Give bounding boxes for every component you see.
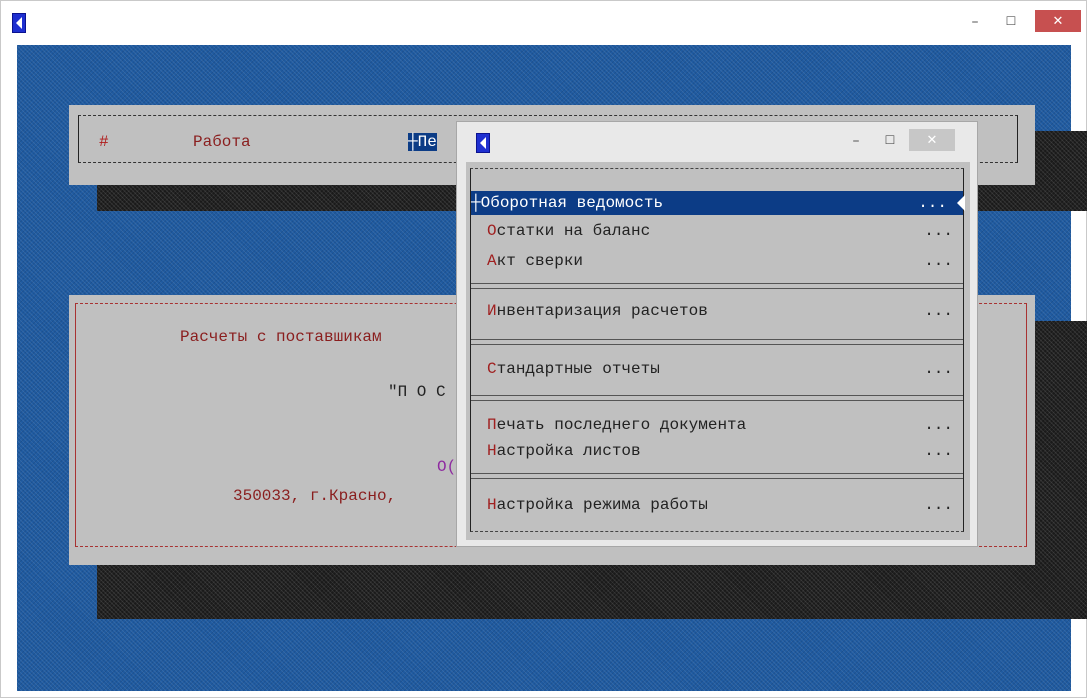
item-label: астройка режима работы bbox=[496, 496, 708, 514]
menu-item-sheet-settings[interactable]: Настройка листов ... bbox=[471, 439, 963, 463]
menu-item-turnover-statement[interactable]: ┼ Оборотная ведомость ... bbox=[471, 191, 965, 215]
popup-maximize-button[interactable]: ☐ bbox=[876, 129, 904, 151]
item-hotkey: И bbox=[487, 302, 497, 320]
popup-close-button[interactable]: ✕ bbox=[909, 129, 955, 151]
item-hotkey: О bbox=[487, 222, 497, 240]
item-dots: ... bbox=[924, 416, 953, 434]
close-button[interactable]: ✕ bbox=[1035, 10, 1081, 32]
item-dots: ... bbox=[924, 302, 953, 320]
item-dots: ... bbox=[918, 194, 947, 212]
item-hotkey: Н bbox=[487, 496, 497, 514]
menu-item-print-label: Пе bbox=[417, 133, 437, 151]
menu-item-print-last-document[interactable]: Печать последнего документа ... bbox=[471, 413, 963, 437]
menu-item-print[interactable]: ┼Пе bbox=[408, 133, 437, 151]
info-address: 350033, г.Красно, bbox=[233, 487, 397, 505]
info-line-three: О( bbox=[437, 458, 457, 476]
item-dots: ... bbox=[924, 442, 953, 460]
item-prefix: ┼ bbox=[471, 194, 481, 212]
menu-separator bbox=[471, 473, 963, 479]
menu-separator bbox=[471, 283, 963, 289]
app-icon[interactable] bbox=[12, 13, 26, 33]
menu-separator bbox=[471, 339, 963, 345]
item-label: боротная ведомость bbox=[490, 194, 664, 212]
info-title: Расчеты с поставшикам bbox=[180, 328, 382, 346]
menu-separator bbox=[471, 395, 963, 401]
item-dots: ... bbox=[924, 252, 953, 270]
menu-item-balance-remains[interactable]: Остатки на баланс ... bbox=[471, 219, 963, 243]
menu-item-work[interactable]: Работа bbox=[193, 133, 251, 151]
info-company: "П О С bbox=[388, 383, 446, 401]
console-window: – ☐ ✕ # Работа ┼Пе Расчеты с поставшикам… bbox=[0, 0, 1087, 698]
item-dots: ... bbox=[924, 360, 953, 378]
item-hotkey: П bbox=[487, 416, 497, 434]
menu-item-standard-reports[interactable]: Стандартные отчеты ... bbox=[471, 357, 963, 381]
item-label: кт сверки bbox=[496, 252, 584, 270]
popup-app-icon[interactable] bbox=[476, 133, 490, 153]
print-submenu-window: – ☐ ✕ ┼ Оборотная ведомость ... Остатки н… bbox=[456, 121, 978, 547]
menu-item-print-prefix: ┼ bbox=[408, 133, 418, 151]
window-titlebar[interactable]: – ☐ ✕ bbox=[1, 1, 1086, 45]
item-label: астройка листов bbox=[496, 442, 641, 460]
item-dots: ... bbox=[924, 222, 953, 240]
menu-item-reconciliation-act[interactable]: Акт сверки ... bbox=[471, 249, 963, 273]
maximize-button[interactable]: ☐ bbox=[997, 10, 1025, 32]
popup-menu-frame: ┼ Оборотная ведомость ... Остатки на бала… bbox=[470, 168, 965, 532]
popup-menu-panel: ┼ Оборотная ведомость ... Остатки на бала… bbox=[466, 162, 970, 540]
item-hotkey: С bbox=[487, 360, 497, 378]
item-label: нвентаризация расчетов bbox=[496, 302, 708, 320]
menu-item-inventory-settlements[interactable]: Инвентаризация расчетов ... bbox=[471, 299, 963, 323]
item-label: ечать последнего документа bbox=[496, 416, 747, 434]
item-label: тандартные отчеты bbox=[496, 360, 660, 378]
item-label: статки на баланс bbox=[496, 222, 651, 240]
item-dots: ... bbox=[924, 496, 953, 514]
item-hotkey: Н bbox=[487, 442, 497, 460]
selection-marker-icon bbox=[957, 195, 965, 211]
menu-item-hash[interactable]: # bbox=[99, 133, 109, 151]
minimize-button[interactable]: – bbox=[961, 11, 989, 33]
popup-minimize-button[interactable]: – bbox=[842, 130, 870, 152]
item-hotkey: О bbox=[480, 194, 491, 212]
item-hotkey: А bbox=[487, 252, 497, 270]
menu-item-work-mode-settings[interactable]: Настройка режима работы ... bbox=[471, 493, 963, 517]
